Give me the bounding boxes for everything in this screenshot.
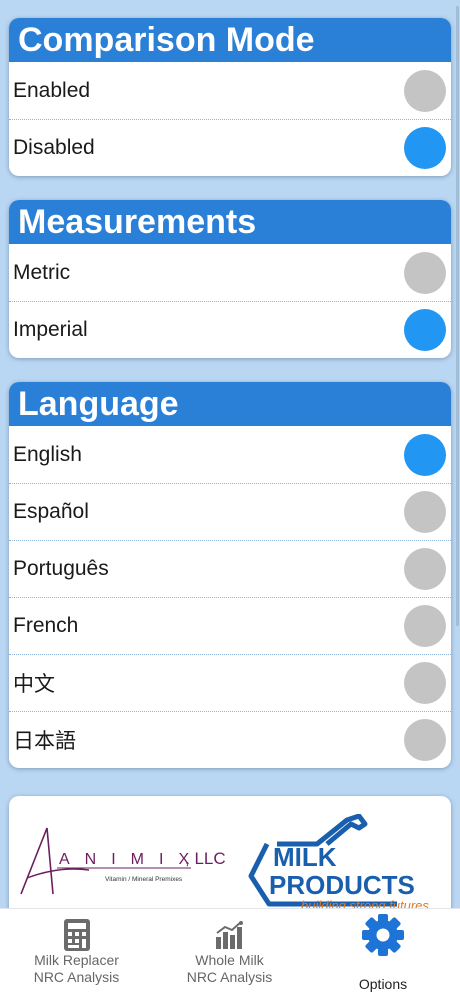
radio-button[interactable] [404, 491, 446, 533]
language-card: Language English Español Português Frenc… [9, 382, 451, 768]
option-label: Español [13, 500, 89, 523]
tab-label-line1: Whole Milk [195, 952, 264, 968]
tab-label-line2: NRC Analysis [186, 969, 273, 985]
calculator-icon [63, 919, 90, 951]
milk-products-line1: MILK [273, 842, 337, 872]
radio-button[interactable] [404, 69, 446, 112]
option-label: Enabled [13, 78, 91, 102]
option-row-chinese[interactable]: 中文 [9, 654, 451, 711]
tab-options[interactable]: Options [306, 909, 460, 997]
bottom-tab-bar: Milk Replacer NRC Analysis Whole Milk NR… [0, 908, 460, 997]
option-row-imperial[interactable]: Imperial [9, 301, 451, 358]
comparison-mode-card: Comparison Mode Enabled Disabled [9, 18, 451, 176]
option-row-japanese[interactable]: 日本語 [9, 711, 451, 768]
option-label: French [13, 614, 79, 637]
radio-button-selected[interactable] [404, 309, 446, 351]
sponsor-logos-card: ANIMIX , LLC Vitamin / Mineral Premixes … [9, 796, 451, 908]
tab-milk-replacer[interactable]: Milk Replacer NRC Analysis [0, 909, 153, 997]
gear-icon [362, 914, 404, 956]
tab-label-line1: Milk Replacer [34, 952, 119, 968]
measurements-card: Measurements Metric Imperial [9, 200, 451, 358]
option-label: 中文 [13, 673, 55, 696]
milk-products-tagline: building strong futures [301, 898, 429, 908]
animix-logo: ANIMIX , LLC Vitamin / Mineral Premixes [20, 827, 226, 895]
option-row-portugues[interactable]: Português [9, 540, 451, 597]
animix-name: ANIMIX [59, 851, 204, 868]
animix-tagline: Vitamin / Mineral Premixes [105, 876, 183, 883]
option-row-disabled[interactable]: Disabled [9, 119, 451, 176]
option-label: Português [13, 557, 109, 580]
tab-label-line2: NRC Analysis [33, 969, 120, 985]
tab-whole-milk[interactable]: Whole Milk NRC Analysis [153, 909, 306, 997]
option-row-espanol[interactable]: Español [9, 483, 451, 540]
option-row-enabled[interactable]: Enabled [9, 62, 451, 119]
radio-button-selected[interactable] [404, 433, 446, 476]
radio-button[interactable] [404, 548, 446, 590]
option-row-french[interactable]: French [9, 597, 451, 654]
option-row-english[interactable]: English [9, 426, 451, 483]
language-title: Language [9, 382, 451, 426]
tab-label: Options [358, 976, 408, 992]
radio-button[interactable] [404, 719, 446, 761]
radio-button[interactable] [404, 662, 446, 704]
option-label: Imperial [13, 318, 88, 341]
option-row-metric[interactable]: Metric [9, 244, 451, 301]
milk-products-logo: MILK PRODUCTS building strong futures [248, 814, 429, 908]
animix-suffix: , LLC [185, 849, 226, 868]
option-label: 日本語 [13, 730, 76, 753]
radio-button-selected[interactable] [404, 127, 446, 169]
milk-products-line2: PRODUCTS [269, 870, 415, 900]
options-scroll-area[interactable]: Comparison Mode Enabled Disabled Measure… [0, 0, 460, 908]
bar-chart-icon [215, 921, 243, 949]
radio-button[interactable] [404, 605, 446, 647]
option-label: Disabled [13, 136, 95, 159]
option-label: English [13, 442, 82, 466]
comparison-mode-title: Comparison Mode [9, 18, 451, 62]
radio-button[interactable] [404, 251, 446, 294]
measurements-title: Measurements [9, 200, 451, 244]
scrollbar[interactable] [456, 6, 459, 626]
option-label: Metric [13, 260, 71, 284]
